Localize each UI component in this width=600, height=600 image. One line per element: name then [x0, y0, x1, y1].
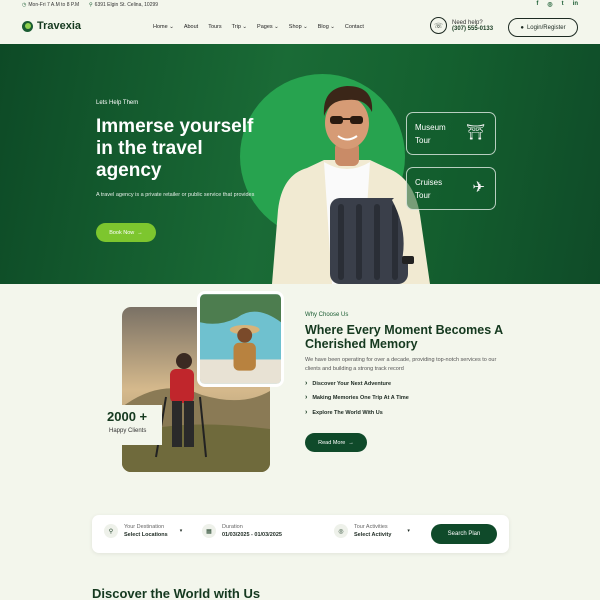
trip-search-bar: ⚲ Your Destination Select Locations ▾ ▦ … [92, 515, 509, 553]
section-title: Discover the World with Us [92, 586, 261, 600]
hero-eyebrow: Lets Help Them [96, 100, 139, 106]
address-text: 6391 Elgin St. Celina, 10299 [94, 2, 159, 8]
feature-label: Explore The World With Us [312, 409, 383, 416]
calendar-icon: ▦ [202, 524, 216, 538]
destination-field[interactable]: ⚲ Your Destination Select Locations ▾ [104, 524, 182, 538]
duration-field[interactable]: ▦ Duration 01/03/2025 - 01/03/2025 [202, 524, 282, 538]
museum-icon: ⛩ [465, 124, 485, 141]
why-description: We have been operating for over a decade… [305, 357, 497, 372]
clock-icon: ◷ [22, 2, 27, 8]
chevron-right-icon: › [305, 380, 308, 387]
museum-tour-label: Museum Tour [415, 123, 446, 145]
linkedin-icon[interactable]: in [573, 1, 578, 8]
nav-item-blog[interactable]: Blog ⌄ [318, 24, 335, 30]
chevron-right-icon: › [305, 409, 308, 416]
nav-item-tours[interactable]: Tours [208, 24, 221, 30]
museum-tour-card[interactable]: Museum Tour ⛩ [406, 112, 496, 155]
cruises-tour-label: Cruises Tour [415, 178, 443, 200]
location-pin-icon: ⚲ [104, 524, 118, 538]
duration-label: Duration [222, 524, 243, 530]
nav-item-about[interactable]: About [184, 24, 198, 30]
instagram-icon[interactable]: ◎ [547, 1, 552, 8]
hours-info: ◷ Mon-Fri 7 A.M to 8 P.M [22, 2, 79, 8]
destination-select[interactable]: Select Locations [124, 532, 168, 538]
activity-select[interactable]: Select Activity [354, 532, 391, 538]
book-now-label: Book Now [109, 229, 135, 236]
nav-item-trip[interactable]: Trip ⌄ [232, 24, 247, 30]
read-more-label: Read More [318, 439, 346, 446]
hero-title: Immerse yourself in the travel agency [96, 116, 254, 181]
arrow-right-icon: → [348, 439, 354, 446]
hero-section: Lets Help Them Immerse yourself in the t… [0, 44, 600, 284]
activity-field[interactable]: ◎ Tour Activities Select Activity ▾ [334, 524, 410, 538]
hero-description: A travel agency is a private retailer or… [96, 192, 255, 198]
why-eyebrow: Why Choose Us [305, 312, 349, 318]
nav-item-home[interactable]: Home ⌄ [153, 24, 174, 30]
feature-label: Making Memories One Trip At A Time [312, 394, 409, 401]
brand-name: Travexia [37, 20, 82, 32]
duration-input[interactable]: 01/03/2025 - 01/03/2025 [222, 532, 282, 538]
nav-item-shop[interactable]: Shop ⌄ [289, 24, 308, 30]
search-plan-button[interactable]: Search Plan [431, 524, 497, 544]
address-info: ⚲ 6391 Elgin St. Celina, 10299 [89, 2, 158, 8]
location-pin-icon: ⚲ [89, 2, 93, 8]
login-register-button[interactable]: ● Login/Register [508, 18, 578, 37]
chevron-down-icon: ▾ [407, 528, 410, 534]
twitter-icon[interactable]: t [562, 1, 564, 8]
nav-item-pages[interactable]: Pages ⌄ [257, 24, 279, 30]
feature-item: › Explore The World With Us [305, 409, 383, 416]
chevron-down-icon: ▾ [179, 528, 183, 534]
happy-clients-stat: 2000 + Happy Clients [102, 405, 162, 445]
clients-label: Happy Clients [109, 428, 147, 434]
help-contact[interactable]: ☏ Need help? (307) 555-0133 [430, 17, 493, 34]
hours-text: Mon-Fri 7 A.M to 8 P.M [28, 2, 80, 8]
airplane-icon: ✈ [472, 179, 485, 196]
why-title: Where Every Moment Becomes A Cherished M… [305, 323, 503, 351]
nav-menu: Home ⌄ About Tours Trip ⌄ Pages ⌄ Shop ⌄ Blog … [153, 24, 364, 30]
read-more-button[interactable]: Read More → [305, 433, 367, 452]
feature-label: Discover Your Next Adventure [312, 380, 392, 387]
help-phone[interactable]: (307) 555-0133 [452, 26, 493, 32]
logo-icon [22, 20, 33, 32]
feature-item: › Discover Your Next Adventure [305, 380, 391, 387]
facebook-icon[interactable]: f [536, 1, 538, 8]
activity-label: Tour Activities [354, 524, 388, 530]
login-label: Login/Register [526, 24, 566, 31]
clients-count: 2000 + [107, 409, 148, 424]
feature-item: › Making Memories One Trip At A Time [305, 394, 409, 401]
arrow-right-icon: → [137, 229, 143, 236]
nav-item-contact[interactable]: Contact [345, 24, 364, 30]
book-now-button[interactable]: Book Now → [96, 223, 156, 242]
user-icon: ● [520, 24, 524, 31]
chat-icon: ☏ [430, 17, 447, 34]
compass-icon: ◎ [334, 524, 348, 538]
social-links: f ◎ t in [536, 1, 578, 8]
destination-label: Your Destination [124, 524, 165, 530]
top-info-bar: ◷ Mon-Fri 7 A.M to 8 P.M ⚲ 6391 Elgin St… [0, 0, 600, 11]
chevron-right-icon: › [305, 394, 308, 401]
main-navigation: Travexia Home ⌄ About Tours Trip ⌄ Pages ⌄ Sh… [0, 11, 600, 44]
cruises-tour-card[interactable]: Cruises Tour ✈ [406, 167, 496, 210]
brand-logo[interactable]: Travexia [22, 20, 81, 32]
woman-lake-image [197, 291, 284, 387]
